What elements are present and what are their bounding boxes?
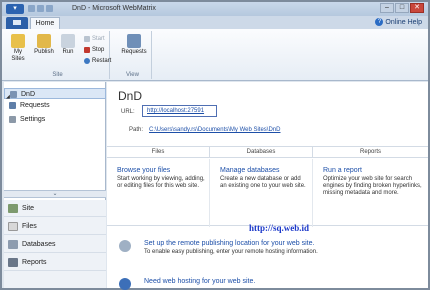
run-label: Run <box>62 49 74 55</box>
workspace-label: Databases <box>22 241 56 248</box>
reports-icon <box>8 258 18 267</box>
path-label: Path: <box>129 127 144 133</box>
manage-databases-desc: Create a new database or add an existing… <box>220 176 306 189</box>
tree-item-settings[interactable]: Settings <box>4 114 106 125</box>
left-pane: ◢ DnD Requests Settings ⌄ Site Files Dat… <box>4 82 106 288</box>
pane-splitter[interactable]: ⌄ <box>4 190 106 198</box>
view-group-label: View <box>126 72 139 78</box>
tree-item-label: DnD <box>21 91 36 98</box>
online-help-link[interactable]: ? Online Help <box>375 18 422 26</box>
requests-button[interactable]: Requests <box>120 34 148 56</box>
publishing-task-desc: To enable easy publishing, enter your re… <box>144 249 318 255</box>
column-header-files: Files <box>107 147 210 158</box>
workspace-site[interactable]: Site <box>4 200 106 217</box>
tab-home[interactable]: Home <box>30 17 60 29</box>
restart-label: Restart <box>92 58 112 64</box>
help-icon: ? <box>375 18 384 26</box>
main-content: DnD URL: http://localhost:27591 Path: C:… <box>107 82 428 290</box>
databases-column: Manage databases Create a new database o… <box>210 159 313 227</box>
save-icon[interactable] <box>28 5 35 12</box>
workspace-files[interactable]: Files <box>4 218 106 235</box>
start-button[interactable]: Start <box>84 36 105 42</box>
redo-icon[interactable] <box>46 5 53 12</box>
publish-icon <box>37 34 51 48</box>
settings-icon <box>9 116 16 123</box>
window-title: DnD - Microsoft WebMatrix <box>72 5 156 12</box>
my-sites-button[interactable]: My Sites <box>8 34 28 63</box>
browse-files-link[interactable]: Browse your files <box>117 167 205 174</box>
watermark: http://sq.web.id <box>249 223 310 233</box>
app-window: ▾ DnD - Microsoft WebMatrix – □ ✕ Home ? O… <box>0 0 430 290</box>
online-help-label: Online Help <box>385 18 422 26</box>
requests-icon <box>9 102 16 109</box>
page-title: DnD <box>118 89 143 103</box>
globe-icon <box>119 278 131 290</box>
tree-item-label: Requests <box>20 102 50 109</box>
tree-item-label: Settings <box>20 116 46 123</box>
undo-icon[interactable] <box>37 5 44 12</box>
run-icon <box>61 34 75 48</box>
file-menu-tab[interactable] <box>6 17 28 29</box>
files-column: Browse your files Start working by viewi… <box>107 159 210 227</box>
site-group: My Sites Publish Run Start Stop Restart <box>6 31 111 79</box>
app-menu-button[interactable]: ▾ <box>6 4 24 14</box>
task-publishing: Set up the remote publishing location fo… <box>113 240 413 264</box>
maximize-button[interactable]: □ <box>395 3 409 13</box>
requests-label: Requests <box>121 49 147 55</box>
restart-icon <box>84 58 90 64</box>
publish-label: Publish <box>34 49 54 55</box>
my-sites-label: My Sites <box>11 49 25 62</box>
minimize-button[interactable]: – <box>380 3 394 13</box>
title-bar: ▾ DnD - Microsoft WebMatrix – □ ✕ <box>2 2 428 16</box>
tree-item-requests[interactable]: Requests <box>4 100 106 111</box>
site-url-link[interactable]: http://localhost:27591 <box>142 105 217 117</box>
run-report-link[interactable]: Run a report <box>323 167 424 174</box>
quick-access-toolbar <box>28 5 68 13</box>
database-icon <box>8 240 18 249</box>
ribbon: My Sites Publish Run Start Stop Restart <box>2 29 428 81</box>
stop-label: Stop <box>92 47 105 53</box>
run-report-desc: Optimize your web site for search engine… <box>323 176 422 196</box>
reports-column: Run a report Optimize your web site for … <box>313 159 428 227</box>
requests-icon <box>127 34 141 48</box>
workspace-label: Site <box>22 205 35 212</box>
site-path-link[interactable]: C:\Users\sandy.rs\Documents\My Web Sites… <box>149 127 280 133</box>
workspace-columns: Files Databases Reports Browse your file… <box>107 146 428 227</box>
folder-icon <box>11 34 25 48</box>
publish-button[interactable]: Publish <box>32 34 56 56</box>
column-header-reports: Reports <box>313 147 428 158</box>
stop-icon <box>84 47 90 53</box>
manage-databases-link[interactable]: Manage databases <box>220 167 308 174</box>
site-icon <box>10 91 17 98</box>
start-label: Start <box>92 36 105 42</box>
workspace-label: Files <box>22 223 37 230</box>
run-button[interactable]: Run <box>58 34 78 56</box>
files-icon <box>8 222 18 231</box>
site-icon <box>8 204 18 213</box>
url-label: URL: <box>121 109 135 115</box>
task-hosting: Need web hosting for your web site. <box>113 278 413 290</box>
publishing-task-link[interactable]: Set up the remote publishing location fo… <box>144 240 314 247</box>
column-header-databases: Databases <box>210 147 313 158</box>
ribbon-tab-row: Home ? Online Help <box>2 16 428 29</box>
tree-item-site[interactable]: ◢ DnD <box>4 88 106 100</box>
restart-button[interactable]: Restart <box>84 58 111 64</box>
browse-files-desc: Start working by viewing, adding, or edi… <box>117 176 205 189</box>
close-button[interactable]: ✕ <box>410 3 424 13</box>
workspace-selector: Site Files Databases Reports <box>4 200 106 288</box>
workspace-databases[interactable]: Databases <box>4 236 106 253</box>
window-controls: – □ ✕ <box>379 3 424 13</box>
play-icon <box>84 36 90 42</box>
view-group: Requests View <box>114 31 152 79</box>
hosting-task-link[interactable]: Need web hosting for your web site. <box>144 278 255 285</box>
site-group-label: Site <box>52 72 63 78</box>
stop-button[interactable]: Stop <box>84 47 104 53</box>
publish-settings-icon <box>119 240 131 252</box>
workspace-label: Reports <box>22 259 47 266</box>
workspace-reports[interactable]: Reports <box>4 254 106 271</box>
